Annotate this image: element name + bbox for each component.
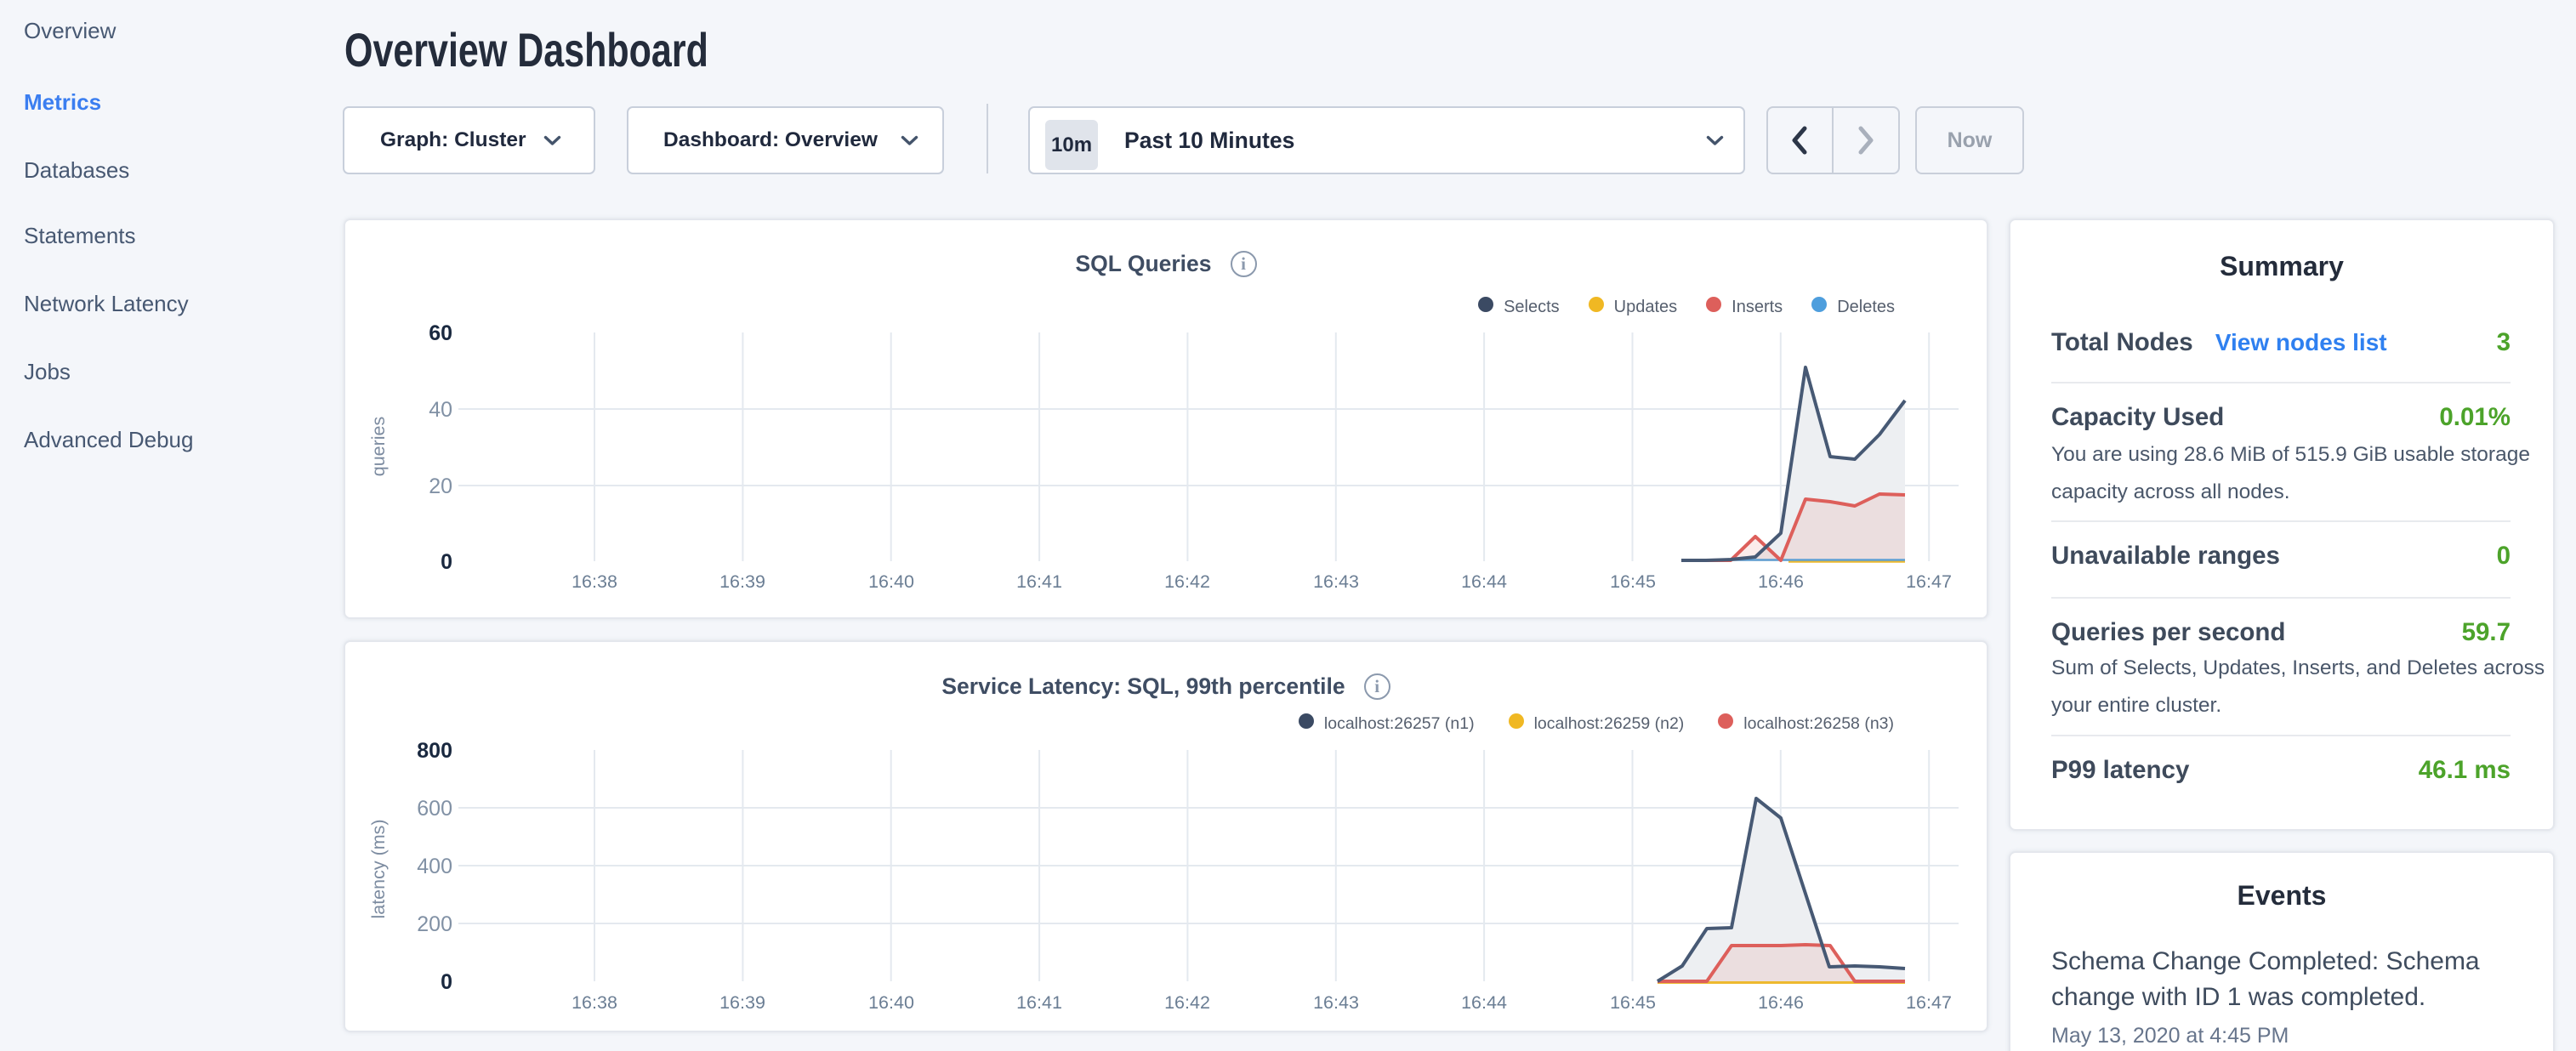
svg-text:latency (ms): latency (ms) [368,819,389,918]
svg-text:200: 200 [417,912,452,936]
svg-text:600: 600 [417,797,452,821]
svg-text:16:39: 16:39 [719,571,765,592]
svg-text:16:43: 16:43 [1313,992,1359,1013]
svg-text:16:43: 16:43 [1313,571,1359,592]
svg-text:40: 40 [429,398,452,422]
svg-text:0: 0 [441,550,452,574]
svg-text:16:38: 16:38 [571,571,617,592]
svg-text:20: 20 [429,474,452,498]
svg-text:16:46: 16:46 [1758,992,1804,1013]
svg-text:16:46: 16:46 [1758,571,1804,592]
svg-text:16:45: 16:45 [1610,992,1656,1013]
svg-text:16:40: 16:40 [868,571,914,592]
svg-text:16:47: 16:47 [1906,992,1952,1013]
svg-text:16:45: 16:45 [1610,571,1656,592]
svg-text:16:47: 16:47 [1906,571,1952,592]
svg-text:16:41: 16:41 [1016,571,1062,592]
svg-text:800: 800 [417,739,452,763]
svg-text:queries: queries [368,417,389,477]
svg-text:16:39: 16:39 [719,992,765,1013]
svg-text:400: 400 [417,855,452,878]
svg-text:16:38: 16:38 [571,992,617,1013]
svg-text:60: 60 [429,321,452,345]
svg-text:16:41: 16:41 [1016,992,1062,1013]
svg-text:0: 0 [441,970,452,994]
svg-text:16:42: 16:42 [1164,992,1210,1013]
svg-text:16:44: 16:44 [1461,992,1507,1013]
svg-text:16:44: 16:44 [1461,571,1507,592]
svg-text:16:40: 16:40 [868,992,914,1013]
svg-text:16:42: 16:42 [1164,571,1210,592]
